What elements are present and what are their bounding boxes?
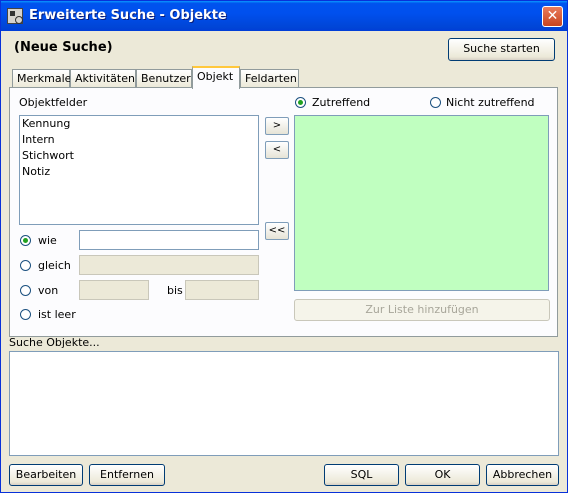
tab-objekt[interactable]: Objekt — [192, 66, 240, 89]
add-to-list-button[interactable]: Zur Liste hinzufügen — [294, 299, 550, 321]
von-input[interactable] — [79, 280, 149, 300]
tab-benutzer[interactable]: Benutzer — [136, 69, 192, 87]
app-icon — [7, 8, 23, 24]
add-field-button[interactable]: > — [265, 117, 289, 135]
tab-aktivitaeten[interactable]: Aktivitäten — [70, 69, 136, 87]
radio-ist-leer[interactable] — [20, 309, 31, 320]
wie-input[interactable] — [79, 230, 259, 250]
ok-button[interactable]: OK — [405, 464, 480, 486]
gleich-input[interactable] — [79, 255, 259, 275]
wie-label: wie — [38, 234, 57, 247]
bis-input[interactable] — [185, 280, 259, 300]
search-name: (Neue Suche) — [14, 40, 113, 55]
list-item[interactable]: Kennung — [20, 116, 258, 132]
title-bar[interactable]: Erweiterte Suche - Objekte ✕ — [1, 1, 567, 31]
radio-wie[interactable] — [20, 235, 31, 246]
list-item[interactable]: Intern — [20, 132, 258, 148]
edit-button[interactable]: Bearbeiten — [9, 464, 83, 486]
tab-merkmale[interactable]: Merkmale — [12, 69, 71, 87]
close-button[interactable]: ✕ — [542, 6, 563, 27]
radio-gleich[interactable] — [20, 260, 31, 271]
window-title: Erweiterte Suche - Objekte — [29, 8, 227, 23]
radio-nicht-zutreffend[interactable] — [430, 97, 441, 108]
cancel-button[interactable]: Abbrechen — [486, 464, 559, 486]
ist-leer-label: ist leer — [38, 308, 76, 321]
list-item[interactable]: Notiz — [20, 164, 258, 180]
gleich-label: gleich — [38, 259, 71, 272]
remove-all-button[interactable]: << — [265, 222, 289, 240]
remove-button[interactable]: Entfernen — [89, 464, 165, 486]
fields-label: Objektfelder — [19, 96, 88, 109]
start-search-button[interactable]: Suche starten — [448, 38, 555, 61]
list-item[interactable]: Stichwort — [20, 148, 258, 164]
radio-zutreffend[interactable] — [295, 97, 306, 108]
zutreffend-label: Zutreffend — [312, 96, 371, 109]
search-dialog: Erweiterte Suche - Objekte ✕ (Neue Suche… — [0, 0, 568, 493]
tab-feldarten[interactable]: Feldarten — [240, 69, 299, 87]
criteria-list[interactable] — [294, 115, 549, 291]
sql-button[interactable]: SQL — [324, 464, 399, 486]
results-label: Suche Objekte... — [9, 336, 100, 349]
nicht-zutreffend-label: Nicht zutreffend — [446, 96, 535, 109]
radio-von[interactable] — [20, 285, 31, 296]
remove-field-button[interactable]: < — [265, 141, 289, 159]
bis-label: bis — [167, 284, 183, 297]
object-fields-list[interactable]: Kennung Intern Stichwort Notiz — [19, 115, 259, 225]
von-label: von — [38, 284, 59, 297]
results-list[interactable] — [9, 351, 559, 456]
